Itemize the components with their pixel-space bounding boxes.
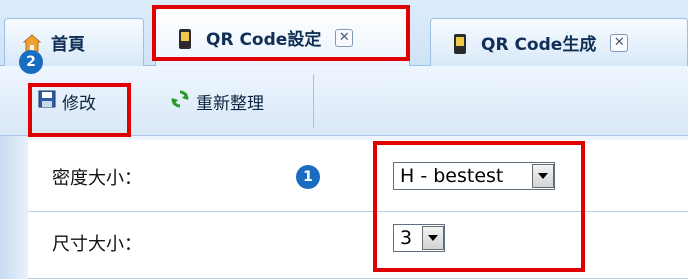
tab-home-label: 首頁 — [51, 35, 85, 55]
size-label: 尺寸大小： — [52, 234, 142, 255]
size-select-value: 3 — [400, 227, 413, 249]
left-panel-edge — [0, 136, 28, 279]
size-select[interactable]: 3 — [393, 224, 445, 252]
edit-button[interactable]: 修改 — [28, 74, 134, 128]
tab-qr-code-generate-label: QR Code生成 — [481, 35, 597, 55]
density-value-cell: H - bestest — [373, 142, 585, 208]
chevron-down-icon[interactable] — [422, 226, 444, 250]
settings-form: 密度大小： H - bestest 尺寸大小： 3 — [28, 140, 688, 279]
chevron-down-icon[interactable] — [532, 164, 554, 188]
density-select[interactable]: H - bestest — [393, 162, 555, 190]
form-row-size: 尺寸大小： 3 — [28, 212, 688, 279]
density-label: 密度大小： — [52, 168, 142, 189]
density-select-value: H - bestest — [400, 165, 504, 187]
edit-button-label: 修改 — [62, 93, 96, 114]
tab-qr-code-generate[interactable]: QR Code生成 ✕ — [430, 18, 688, 66]
tab-qr-code-settings[interactable]: QR Code設定 ✕ — [155, 8, 410, 66]
phone-icon — [453, 33, 471, 54]
step-badge-1: 1 — [296, 165, 320, 189]
app-frame: 首頁 QR Code設定 ✕ QR Code生成 ✕ 修改 重新整理 密度大小：… — [0, 0, 688, 279]
close-icon[interactable]: ✕ — [335, 28, 354, 47]
refresh-button[interactable]: 重新整理 — [160, 74, 314, 128]
form-row-density: 密度大小： H - bestest — [28, 140, 688, 212]
tab-strip: 首頁 QR Code設定 ✕ QR Code生成 ✕ — [0, 0, 688, 66]
phone-icon — [178, 28, 196, 49]
toolbar: 修改 重新整理 — [0, 66, 688, 136]
size-value-cell: 3 — [373, 212, 585, 276]
step-badge-2: 2 — [19, 50, 43, 74]
close-icon[interactable]: ✕ — [610, 33, 629, 52]
tab-qr-code-settings-label: QR Code設定 — [206, 30, 322, 50]
refresh-button-label: 重新整理 — [196, 93, 264, 114]
save-icon — [38, 90, 56, 113]
refresh-icon — [170, 89, 190, 114]
